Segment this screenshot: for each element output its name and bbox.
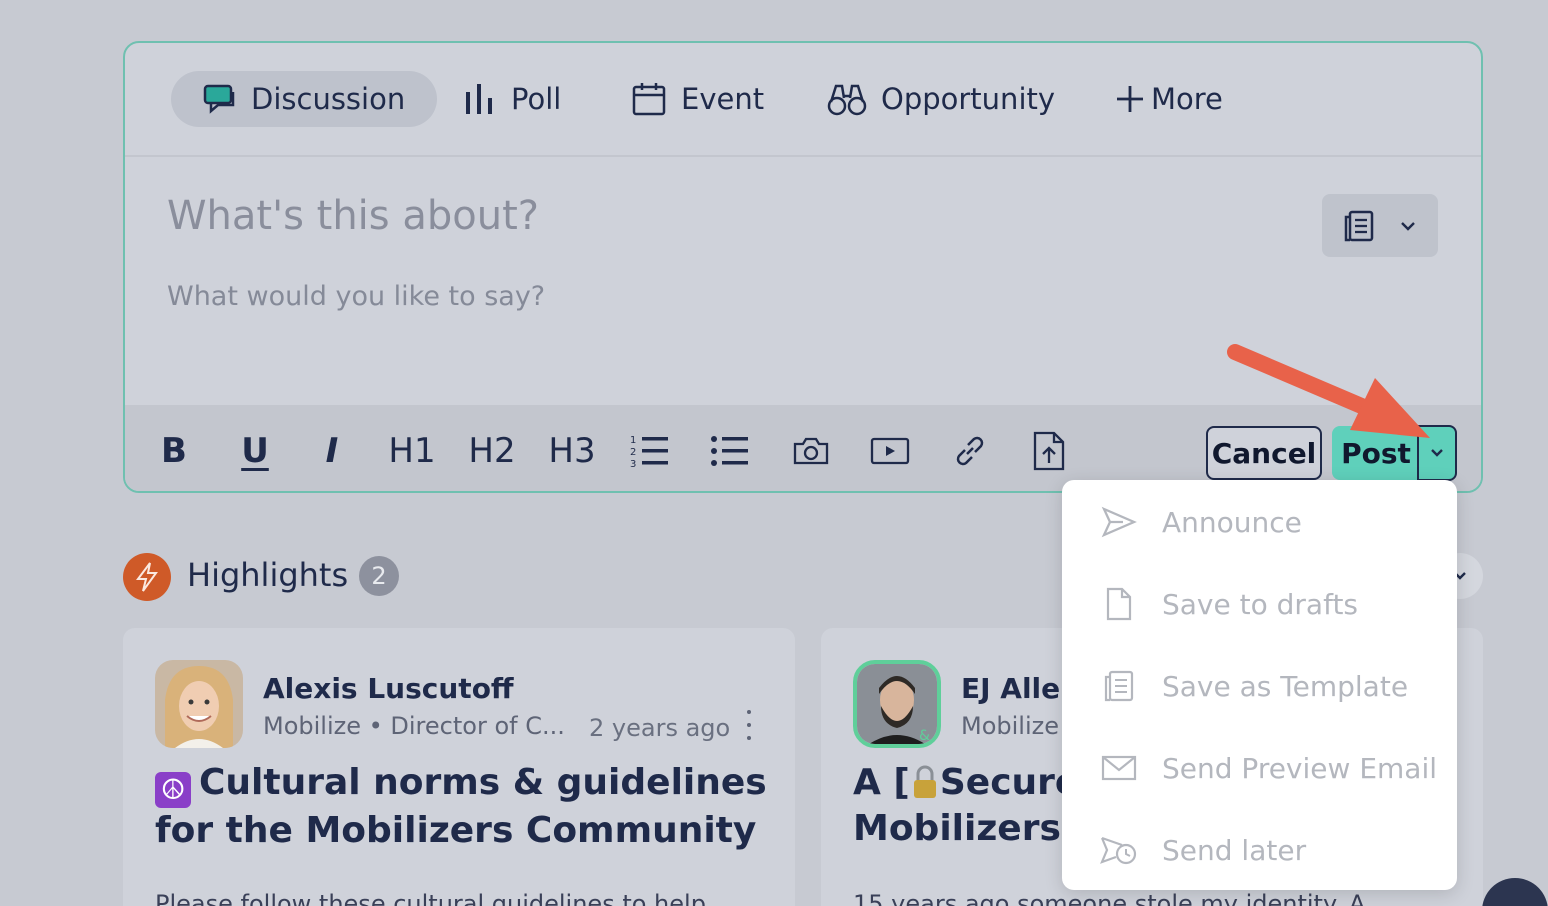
tab-label: Opportunity: [881, 82, 1056, 116]
plus-icon: [1117, 86, 1143, 112]
menu-item-label: Save to drafts: [1162, 587, 1359, 621]
template-icon: [1100, 667, 1138, 705]
menu-item-label: Save as Template: [1162, 669, 1409, 703]
menu-item-label: Send Preview Email: [1162, 751, 1437, 785]
menu-item-send-later[interactable]: Send later: [1062, 809, 1457, 891]
carousel-next-button[interactable]: [1482, 878, 1548, 906]
tab-more[interactable]: More: [1083, 71, 1255, 127]
tab-label: Event: [681, 82, 765, 116]
schedule-send-icon: [1100, 831, 1138, 869]
bullet-list-icon: [711, 436, 748, 466]
italic-button[interactable]: I: [317, 425, 347, 477]
numbered-list-button[interactable]: 1 2 3: [629, 425, 671, 477]
chevron-down-icon: [1431, 449, 1443, 457]
tab-event[interactable]: Event: [599, 71, 796, 127]
file-upload-icon: [1033, 431, 1065, 471]
svg-text:1: 1: [630, 435, 636, 446]
author-meta: Mobilize • Director of C...: [263, 712, 565, 740]
underline-button[interactable]: U: [235, 425, 275, 477]
camera-icon: [793, 437, 829, 465]
post-type-tabs: Discussion Poll Event Opportunity More: [125, 43, 1481, 157]
document-list-icon: [1344, 210, 1374, 241]
post-body-input[interactable]: What would you like to say?: [167, 281, 545, 312]
highlights-title: Highlights: [187, 556, 349, 594]
author-name[interactable]: Alexis Luscutoff: [263, 672, 514, 705]
avatar: [155, 660, 243, 748]
link-icon: [956, 436, 984, 466]
video-icon: [870, 437, 910, 465]
svg-text:3: 3: [630, 459, 636, 469]
tab-label: Discussion: [251, 82, 406, 116]
post-title-line2: Mobilizers: [853, 808, 1061, 849]
link-button[interactable]: [951, 425, 989, 477]
post-excerpt: 15 years ago someone stole my identity. …: [853, 890, 1366, 906]
file-upload-button[interactable]: [1031, 425, 1067, 477]
svg-text:2: 2: [630, 447, 636, 458]
highlight-card[interactable]: Alexis Luscutoff Mobilize • Director of …: [123, 628, 795, 906]
annotation-arrow: [1227, 344, 1430, 438]
post-title[interactable]: ☮ Cultural norms & guidelines for the Mob…: [155, 760, 775, 854]
menu-item-announce[interactable]: Announce: [1062, 481, 1457, 563]
tab-label: More: [1151, 82, 1223, 116]
tab-opportunity[interactable]: Opportunity: [795, 71, 1087, 127]
avatar: &: [853, 660, 941, 748]
post-type-select[interactable]: [1322, 194, 1438, 257]
svg-text:&: &: [919, 728, 930, 744]
more-options-icon[interactable]: [743, 710, 755, 740]
heading3-button[interactable]: H3: [547, 425, 597, 477]
menu-item-label: Send later: [1162, 833, 1307, 867]
post-timestamp: 2 years ago: [589, 714, 731, 742]
post-title-text: Cultural norms & guidelines for the Mobi…: [155, 762, 767, 851]
post-title-prefix: A [: [853, 762, 910, 803]
heading1-button[interactable]: H1: [387, 425, 437, 477]
bar-chart-icon: [466, 84, 492, 114]
post-title-text: Secure: [939, 762, 1080, 803]
chat-bubbles-icon: [203, 84, 235, 114]
peace-emoji-icon: ☮: [155, 772, 191, 808]
send-icon: [1100, 503, 1138, 541]
post-excerpt: Please follow these cultural guidelines …: [155, 890, 706, 906]
bold-button[interactable]: B: [159, 425, 189, 477]
heading2-button[interactable]: H2: [467, 425, 517, 477]
menu-item-save-as-template[interactable]: Save as Template: [1062, 645, 1457, 727]
binoculars-icon: [827, 84, 867, 116]
bullet-list-button[interactable]: [709, 425, 751, 477]
calendar-icon: [632, 83, 666, 116]
tab-discussion[interactable]: Discussion: [171, 71, 438, 127]
tab-poll[interactable]: Poll: [431, 71, 593, 127]
highlights-lightning-icon: [123, 553, 171, 601]
tab-label: Poll: [511, 82, 562, 116]
file-icon: [1100, 585, 1138, 623]
numbered-list-icon: 1 2 3: [630, 435, 668, 469]
chevron-down-icon: [1401, 221, 1415, 231]
menu-item-label: Announce: [1162, 505, 1302, 539]
post-options-menu: Announce Save to drafts Save as Template…: [1062, 480, 1457, 890]
menu-item-save-to-drafts[interactable]: Save to drafts: [1062, 563, 1457, 645]
author-meta: Mobilize: [961, 712, 1059, 740]
post-title-input[interactable]: What's this about?: [167, 193, 539, 239]
highlights-count-badge: 2: [359, 556, 399, 596]
envelope-icon: [1100, 749, 1138, 787]
menu-item-send-preview-email[interactable]: Send Preview Email: [1062, 727, 1457, 809]
image-button[interactable]: [791, 425, 831, 477]
video-button[interactable]: [869, 425, 911, 477]
lock-emoji-icon: [913, 765, 936, 798]
